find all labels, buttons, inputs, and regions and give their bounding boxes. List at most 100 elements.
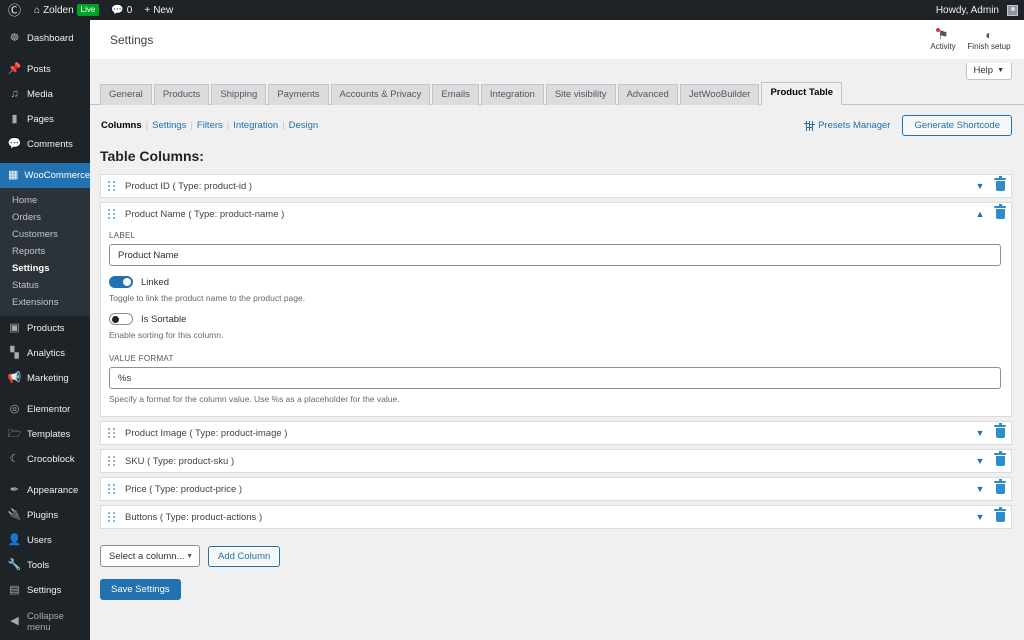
linked-toggle-label: Linked [141, 276, 169, 288]
column-header[interactable]: Buttons ( Type: product-actions ) ▼ [101, 506, 1011, 528]
generate-shortcode-button[interactable]: Generate Shortcode [902, 115, 1012, 136]
submenu-item-settings[interactable]: Settings [0, 260, 90, 277]
submenu-item-status[interactable]: Status [0, 277, 90, 294]
chevron-down-icon[interactable]: ▼ [971, 428, 989, 438]
avatar [1007, 4, 1018, 16]
comments-bubble[interactable]: 💬 0 [105, 0, 138, 20]
activity-button[interactable]: ⚑ Activity [920, 27, 966, 51]
sidebar-item-label: Crocoblock [27, 454, 75, 465]
add-column-button[interactable]: Add Column [208, 545, 281, 567]
trash-icon[interactable] [989, 176, 1011, 191]
help-button[interactable]: Help ▼ [965, 63, 1012, 80]
submenu-item-extensions[interactable]: Extensions [0, 294, 90, 311]
sidebar-item-dashboard[interactable]: ☸ Dashboard [0, 26, 90, 51]
sidebar-item-products[interactable]: ▣ Products [0, 316, 90, 341]
chevron-down-icon[interactable]: ▼ [971, 512, 989, 522]
linked-toggle[interactable] [109, 276, 133, 288]
trash-icon[interactable] [989, 507, 1011, 522]
site-name-menu[interactable]: ⌂ Zolden Live [28, 0, 105, 20]
page-breadcrumb-title: Settings [110, 32, 154, 47]
submenu-item-orders[interactable]: Orders [0, 209, 90, 226]
label-input[interactable] [109, 244, 1001, 266]
drag-handle-icon[interactable] [108, 208, 118, 220]
new-content-menu[interactable]: + New [138, 0, 179, 20]
folder-icon: 🗁 [7, 428, 22, 440]
submenu-item-home[interactable]: Home [0, 192, 90, 209]
subnav-separator: | [226, 120, 230, 131]
column-header[interactable]: Product Name ( Type: product-name ) ▲ [101, 203, 1011, 225]
sidebar-item-appearance[interactable]: ✒ Appearance [0, 478, 90, 503]
sidebar-item-woocommerce[interactable]: ▦ WooCommerce [0, 163, 98, 188]
sidebar-item-users[interactable]: 👤 Users [0, 528, 90, 553]
linked-toggle-row: Linked [109, 276, 1001, 288]
help-label: Help [973, 65, 994, 76]
sidebar-item-crocoblock[interactable]: ☾ Crocoblock [0, 447, 90, 472]
pin-icon: 📌 [7, 63, 22, 75]
submenu-item-reports[interactable]: Reports [0, 243, 90, 260]
chevron-up-icon[interactable]: ▲ [971, 209, 989, 219]
sidebar-item-pages[interactable]: ▮ Pages [0, 107, 90, 132]
tab-payments[interactable]: Payments [268, 83, 329, 105]
sidebar-item-analytics[interactable]: ▚ Analytics [0, 341, 90, 366]
save-settings-button[interactable]: Save Settings [100, 579, 181, 600]
column-settings-body: LABEL Linked Toggle to link the product … [101, 225, 1011, 416]
presets-manager-button[interactable]: Presets Manager [804, 120, 890, 131]
value-format-input[interactable] [109, 367, 1001, 389]
tab-advanced[interactable]: Advanced [617, 83, 678, 105]
drag-handle-icon[interactable] [108, 483, 118, 495]
drag-handle-icon[interactable] [108, 180, 118, 192]
subnav-item-design[interactable]: Design [288, 120, 320, 131]
live-badge: Live [76, 4, 100, 16]
finish-setup-button[interactable]: ◐ Finish setup [966, 29, 1012, 51]
sidebar-item-templates[interactable]: 🗁 Templates [0, 422, 90, 447]
trash-icon[interactable] [989, 451, 1011, 466]
column-header[interactable]: Product Image ( Type: product-image ) ▼ [101, 422, 1011, 444]
sidebar-item-elementor[interactable]: ◎ Elementor [0, 397, 90, 422]
sidebar-item-label: Settings [27, 585, 62, 596]
chevron-down-icon[interactable]: ▼ [971, 484, 989, 494]
subnav-item-filters[interactable]: Filters [196, 120, 224, 131]
sidebar-item-marketing[interactable]: 📢 Marketing [0, 366, 90, 391]
tab-integration[interactable]: Integration [480, 83, 544, 105]
trash-icon[interactable] [989, 479, 1011, 494]
column-header[interactable]: Price ( Type: product-price ) ▼ [101, 478, 1011, 500]
submenu-item-customers[interactable]: Customers [0, 226, 90, 243]
finish-setup-label: Finish setup [967, 41, 1011, 51]
drag-handle-icon[interactable] [108, 455, 118, 467]
dashboard-icon: ☸ [9, 32, 20, 44]
chevron-down-icon[interactable]: ▼ [971, 456, 989, 466]
subnav-item-integration[interactable]: Integration [232, 120, 279, 131]
column-header[interactable]: SKU ( Type: product-sku ) ▼ [101, 450, 1011, 472]
chevron-down-icon[interactable]: ▼ [971, 181, 989, 191]
sidebar-item-posts[interactable]: 📌 Posts [0, 57, 90, 82]
tab-accounts-privacy[interactable]: Accounts & Privacy [330, 83, 431, 105]
drag-handle-icon[interactable] [108, 511, 118, 523]
sidebar-item-tools[interactable]: 🔧 Tools [0, 553, 90, 578]
new-label: New [153, 4, 174, 16]
sidebar-item-plugins[interactable]: 🔌 Plugins [0, 503, 90, 528]
wordpress-logo-icon[interactable]: Ⓒ [0, 0, 28, 20]
tab-product-table[interactable]: Product Table [761, 81, 843, 105]
tab-shipping[interactable]: Shipping [211, 83, 267, 105]
tab-site-visibility[interactable]: Site visibility [545, 83, 616, 105]
tab-products[interactable]: Products [153, 83, 210, 105]
tab-jetwoobuilder[interactable]: JetWooBuilder [679, 83, 760, 105]
tab-emails[interactable]: Emails [432, 83, 479, 105]
sidebar-item-media[interactable]: ♫ Media [0, 82, 90, 107]
howdy-menu[interactable]: Howdy, Admin [930, 0, 1024, 20]
sidebar-item-settings[interactable]: ▤ Settings [0, 578, 90, 603]
column-type-select[interactable]: Select a column... ▼ [100, 545, 200, 567]
tab-general[interactable]: General [100, 83, 152, 105]
sortable-help-text: Enable sorting for this column. [109, 330, 224, 340]
subnav-item-columns[interactable]: Columns [100, 120, 143, 131]
settings-nav-tabs: General Products Shipping Payments Accou… [90, 81, 1024, 105]
trash-icon[interactable] [989, 204, 1011, 219]
sortable-toggle[interactable] [109, 313, 133, 325]
drag-handle-icon[interactable] [108, 427, 118, 439]
trash-icon[interactable] [989, 423, 1011, 438]
sidebar-item-comments[interactable]: 💬 Comments [0, 132, 90, 157]
sidebar-item-collapse-menu[interactable]: ◀ Collapse menu [0, 609, 90, 634]
column-header[interactable]: Product ID ( Type: product-id ) ▼ [101, 175, 1011, 197]
value-format-help-text: Specify a format for the column value. U… [109, 394, 400, 404]
subnav-item-settings[interactable]: Settings [151, 120, 187, 131]
